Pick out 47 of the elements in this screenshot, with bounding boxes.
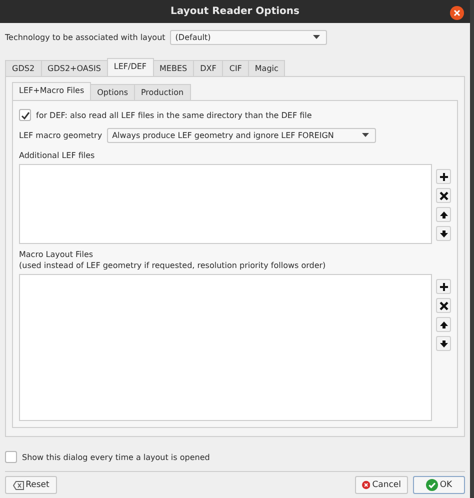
cancel-button[interactable]: Cancel xyxy=(355,476,408,494)
remove-button[interactable] xyxy=(436,298,451,313)
down-arrow-icon xyxy=(438,228,448,238)
section-label: Additional LEF files xyxy=(19,150,96,161)
section-label: Macro Layout Files xyxy=(19,249,94,260)
up-arrow-button[interactable] xyxy=(436,207,451,222)
field-label: LEF macro geometry xyxy=(19,130,102,140)
tab[interactable]: LEF+Macro Files xyxy=(12,82,92,100)
checkbox[interactable] xyxy=(5,451,17,463)
checkbox-label: for DEF: also read all LEF files in the same directory than the DEF file xyxy=(36,110,312,120)
remove-button[interactable] xyxy=(436,188,451,203)
dropdown[interactable]: Always produce LEF geometry and ignore LEF FOREIGN xyxy=(107,128,376,142)
field-label: Technology to be associated with layout xyxy=(5,32,166,42)
tab[interactable]: GDS2+OASIS xyxy=(40,60,108,76)
checkbox-label: Show this dialog every time a layout is opened xyxy=(22,452,210,462)
tab[interactable]: MEBES xyxy=(152,60,194,76)
checkbox[interactable] xyxy=(19,109,31,121)
down-arrow-icon xyxy=(438,338,448,348)
tab[interactable]: Magic xyxy=(248,60,286,76)
remove-icon xyxy=(438,190,448,200)
add-button[interactable] xyxy=(436,279,451,294)
add-button[interactable] xyxy=(436,169,451,184)
up-arrow-icon xyxy=(438,320,448,330)
tab[interactable]: GDS2 xyxy=(5,60,42,76)
up-arrow-icon xyxy=(438,210,448,220)
ok-button[interactable]: OK xyxy=(413,476,465,494)
caret-icon xyxy=(362,133,370,137)
reset-button[interactable]: Reset xyxy=(5,476,57,494)
remove-icon xyxy=(438,300,448,310)
tab[interactable]: LEF/DEF xyxy=(106,58,154,76)
cancel-icon xyxy=(362,479,370,491)
window-title: Layout Reader Options xyxy=(170,6,300,17)
section-note: (used instead of LEF geometry if requested, resolution priority follows order) xyxy=(19,260,327,271)
close-icon[interactable] xyxy=(450,6,464,20)
tab[interactable]: DXF xyxy=(193,60,224,76)
dropdown[interactable]: (Default) xyxy=(170,30,328,44)
checkmark-icon xyxy=(426,479,438,491)
add-icon xyxy=(438,172,448,182)
tab[interactable]: Options xyxy=(90,84,135,100)
tab[interactable]: Production xyxy=(134,84,191,100)
caret-icon xyxy=(313,35,320,39)
up-arrow-button[interactable] xyxy=(436,317,451,332)
add-icon xyxy=(438,282,448,292)
down-arrow-button[interactable] xyxy=(436,336,451,351)
down-arrow-button[interactable] xyxy=(436,226,451,241)
tab[interactable]: CIF xyxy=(222,60,249,76)
clear-icon xyxy=(12,480,24,490)
